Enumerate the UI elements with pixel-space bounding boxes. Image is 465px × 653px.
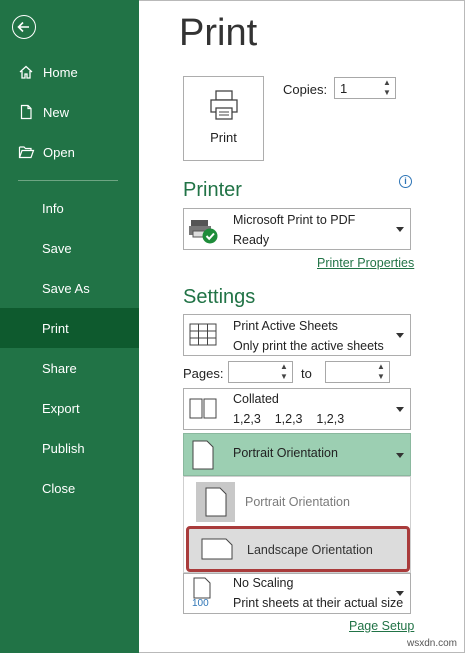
sidebar-divider — [18, 180, 118, 181]
sidebar-item-label: Export — [42, 400, 80, 416]
sidebar-item-home[interactable]: Home — [0, 52, 139, 92]
sidebar-item-export[interactable]: Export — [0, 388, 139, 428]
settings-heading: Settings — [183, 286, 256, 308]
back-arrow-icon[interactable] — [12, 15, 36, 39]
collation-title: Collated — [233, 392, 279, 406]
sidebar-item-save-as[interactable]: Save As — [0, 268, 139, 308]
printer-heading: Printer — [183, 179, 242, 201]
orientation-dropdown[interactable]: Portrait Orientation — [183, 433, 411, 476]
sidebar-item-publish[interactable]: Publish — [0, 428, 139, 468]
sidebar-item-label: Publish — [42, 440, 85, 456]
pages-to-spinner[interactable]: ▲ ▼ — [325, 361, 390, 383]
chevron-down-icon — [396, 591, 404, 596]
pages-from-spinner[interactable]: ▲ ▼ — [228, 361, 293, 383]
sidebar-item-open[interactable]: Open — [0, 132, 139, 172]
landscape-page-icon — [201, 538, 233, 560]
pages-label: Pages: — [183, 366, 224, 381]
page-setup-link[interactable]: Page Setup — [349, 619, 414, 633]
print-what-dropdown[interactable]: Print Active Sheets Only print the activ… — [183, 314, 411, 356]
print-what-title: Print Active Sheets — [233, 319, 338, 333]
sidebar-item-new[interactable]: New — [0, 92, 139, 132]
orientation-menu: Portrait Orientation Landscape Orientati… — [183, 476, 411, 573]
printer-dropdown[interactable]: Microsoft Print to PDF Ready — [183, 208, 411, 250]
landscape-orientation-option[interactable]: Landscape Orientation — [186, 526, 410, 572]
sidebar-item-label: Save — [42, 240, 72, 256]
print-button[interactable]: Print — [183, 76, 264, 161]
print-button-label: Print — [210, 130, 237, 145]
sidebar-item-label: Save As — [42, 280, 90, 296]
page-title: Print — [179, 12, 258, 54]
copies-label: Copies: — [283, 82, 328, 97]
spinner-arrows-icon[interactable]: ▲ ▼ — [278, 362, 290, 382]
sheet-grid-icon — [189, 322, 217, 353]
scaling-dropdown[interactable]: 100 No Scaling Print sheets at their act… — [183, 573, 411, 614]
chevron-down-icon — [396, 453, 404, 458]
sidebar-item-label: Share — [42, 360, 77, 376]
sidebar-item-label: Close — [42, 480, 76, 496]
printer-properties-link[interactable]: Printer Properties — [317, 256, 414, 270]
portrait-page-icon — [205, 487, 227, 517]
home-icon — [17, 63, 35, 81]
printer-icon — [210, 90, 238, 120]
printer-name: Microsoft Print to PDF — [233, 213, 356, 227]
portrait-option-icon-bg — [196, 482, 235, 522]
sidebar-item-close[interactable]: Close — [0, 468, 139, 508]
collation-subtitle: 1,2,3 1,2,3 1,2,3 — [233, 412, 345, 426]
sidebar-item-label: Home — [43, 64, 78, 80]
sidebar-item-label: Info — [42, 200, 64, 216]
print-what-subtitle: Only print the active sheets — [233, 339, 384, 353]
portrait-page-icon — [192, 440, 214, 475]
chevron-down-icon — [396, 407, 404, 412]
spinner-arrows-icon[interactable]: ▲ ▼ — [375, 362, 387, 382]
sidebar-item-label: New — [43, 104, 70, 120]
printer-ready-icon — [188, 217, 220, 250]
collation-dropdown[interactable]: Collated 1,2,3 1,2,3 1,2,3 — [183, 388, 411, 430]
scaling-subtitle: Print sheets at their actual size — [233, 596, 404, 610]
collated-pages-icon — [189, 397, 217, 426]
sidebar-item-label: Print — [42, 320, 69, 336]
option-label: Portrait Orientation — [245, 495, 350, 509]
sidebar-item-print[interactable]: Print — [0, 308, 139, 348]
scaling-icon: 100 — [192, 577, 217, 611]
chevron-down-icon — [396, 333, 404, 338]
sidebar-item-save[interactable]: Save — [0, 228, 139, 268]
copies-value: 1 — [340, 81, 348, 96]
sidebar-item-label: Open — [43, 144, 75, 160]
folder-open-icon — [17, 143, 35, 161]
scaling-title: No Scaling — [233, 576, 294, 590]
new-document-icon — [17, 103, 35, 121]
info-icon[interactable]: i — [399, 175, 412, 188]
option-label: Landscape Orientation — [247, 543, 373, 557]
orientation-selected: Portrait Orientation — [233, 446, 338, 460]
watermark: wsxdn.com — [406, 638, 457, 649]
backstage-sidebar: Home New Open Info Save Save As Print Sh… — [0, 0, 139, 653]
scaling-percent: 100 — [192, 598, 209, 609]
pages-to-label: to — [301, 366, 312, 381]
copies-spinner[interactable]: 1 ▲ ▼ — [334, 77, 396, 99]
printer-status: Ready — [233, 233, 270, 247]
sidebar-item-info[interactable]: Info — [0, 188, 139, 228]
spinner-arrows-icon[interactable]: ▲ ▼ — [381, 78, 393, 98]
sidebar-item-share[interactable]: Share — [0, 348, 139, 388]
chevron-down-icon — [396, 227, 404, 232]
portrait-orientation-option[interactable]: Portrait Orientation — [184, 479, 410, 525]
